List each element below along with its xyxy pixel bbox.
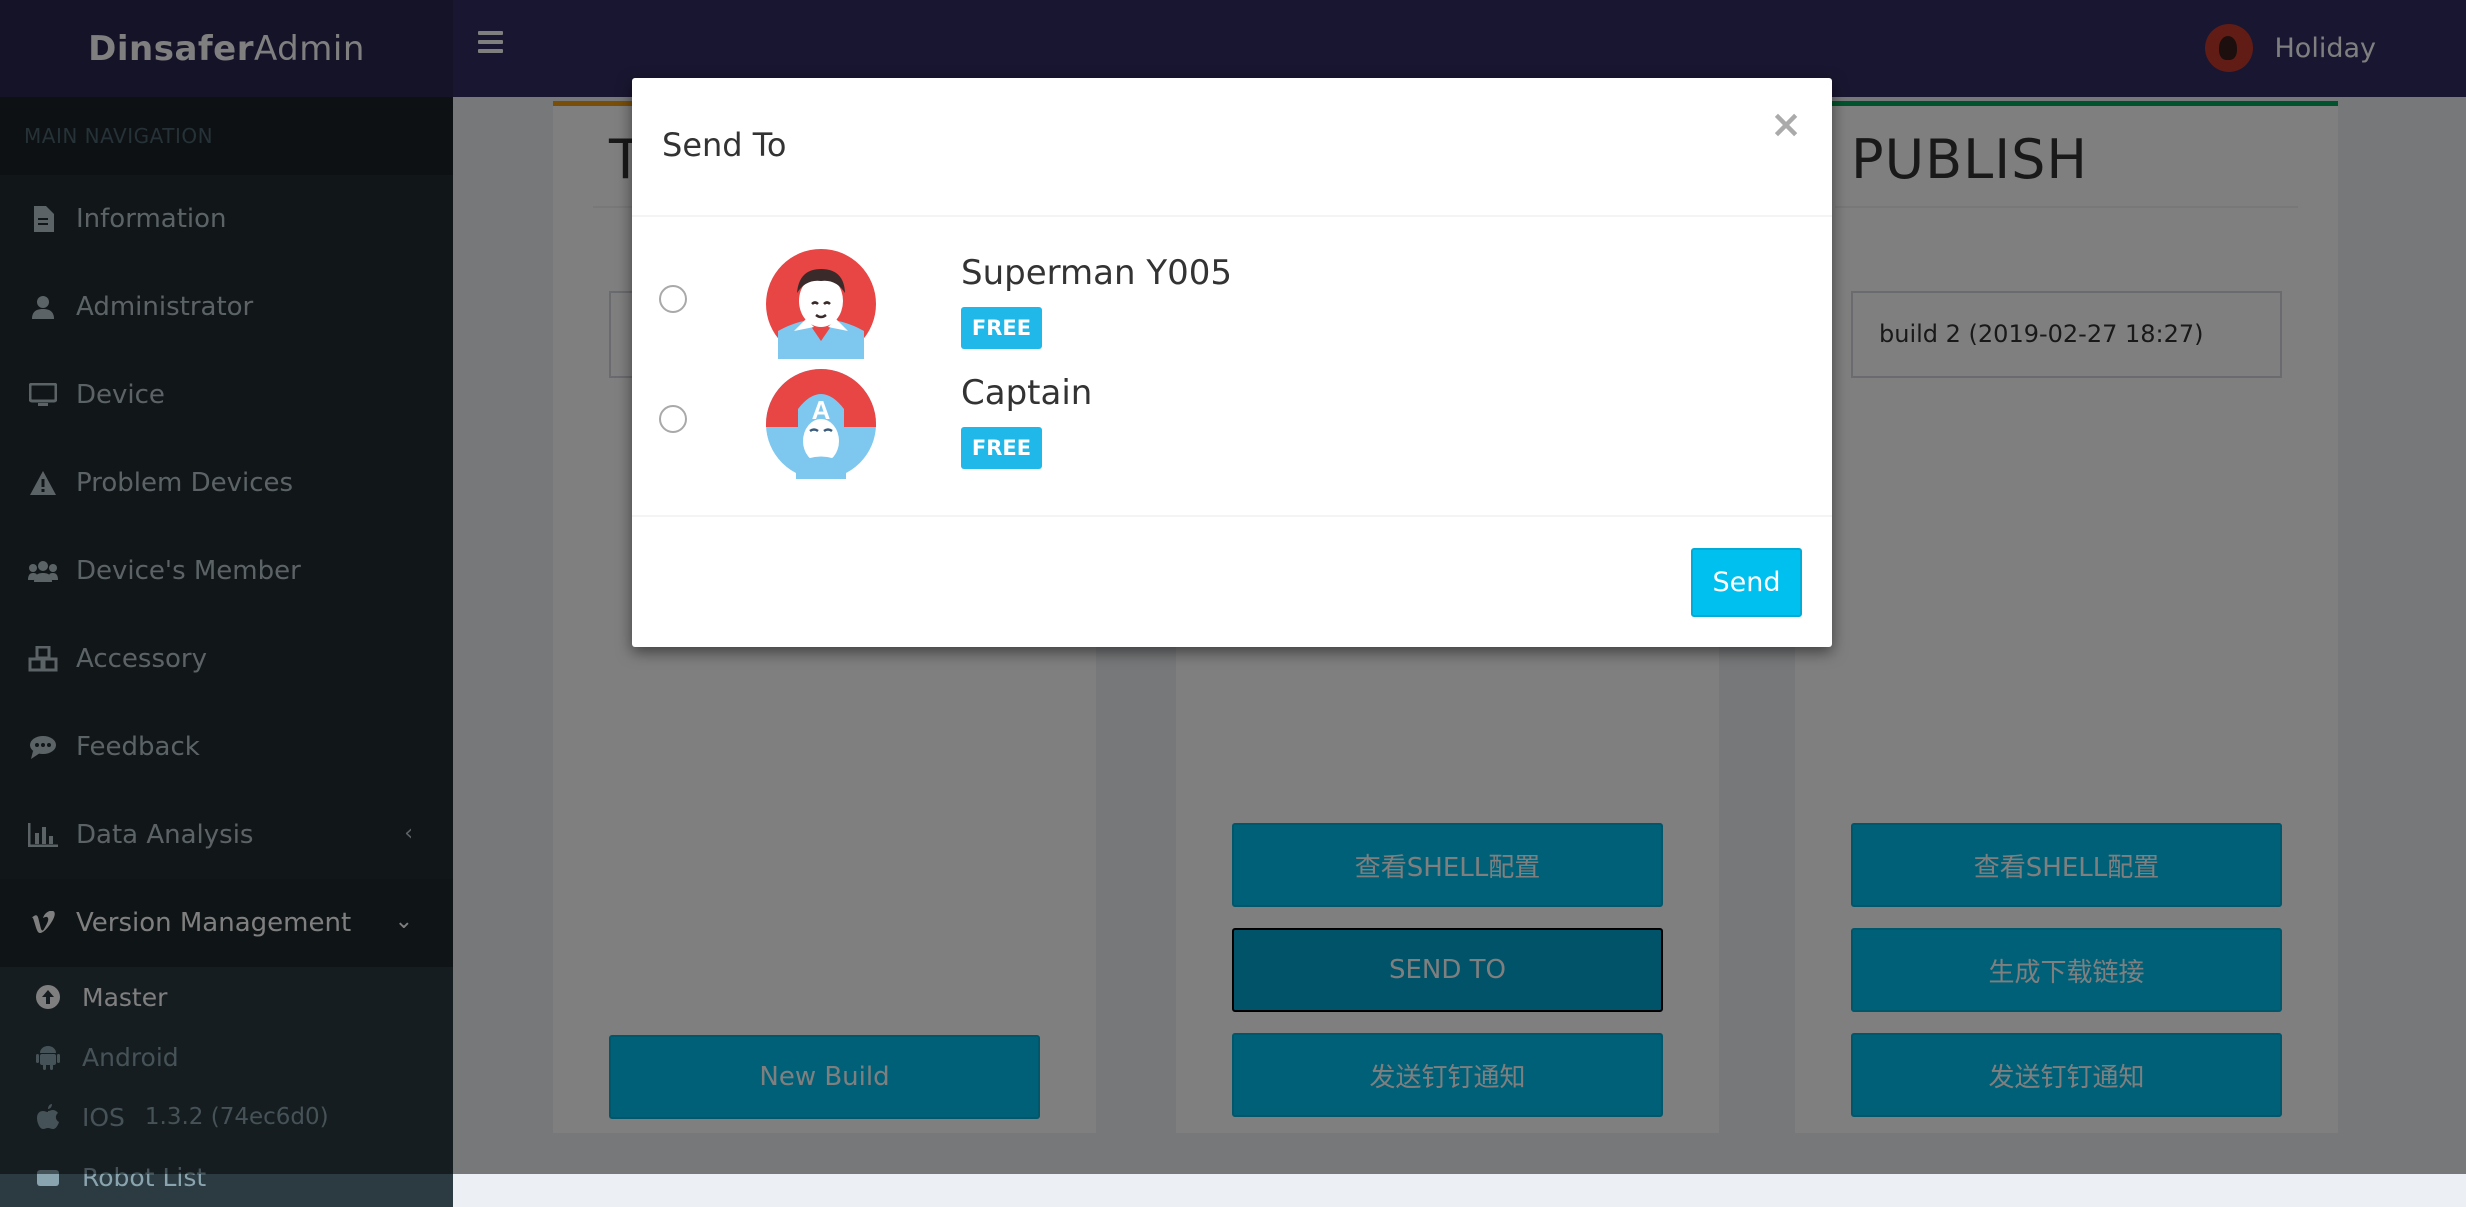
member-option-captain[interactable]: A Captain FREE xyxy=(632,369,1832,489)
modal-body: Superman Y005 FREE A Captain FREE xyxy=(632,217,1832,517)
member-name: Superman Y005 xyxy=(961,253,1232,293)
member-radio[interactable] xyxy=(659,405,687,433)
member-option-superman[interactable]: Superman Y005 FREE xyxy=(632,249,1832,369)
member-name: Captain xyxy=(961,373,1093,413)
superman-avatar-icon xyxy=(766,249,876,359)
send-button[interactable]: Send xyxy=(1691,548,1802,617)
member-plan-badge: FREE xyxy=(961,307,1042,349)
close-icon[interactable]: × xyxy=(1770,102,1802,146)
modal-header: Send To × xyxy=(632,78,1832,217)
member-plan-badge: FREE xyxy=(961,427,1042,469)
send-to-modal: Send To × Superman Y005 FREE A Captain F… xyxy=(632,78,1832,647)
member-radio[interactable] xyxy=(659,285,687,313)
svg-text:A: A xyxy=(812,395,831,425)
modal-title: Send To xyxy=(662,126,787,164)
captain-avatar-icon: A xyxy=(766,369,876,479)
